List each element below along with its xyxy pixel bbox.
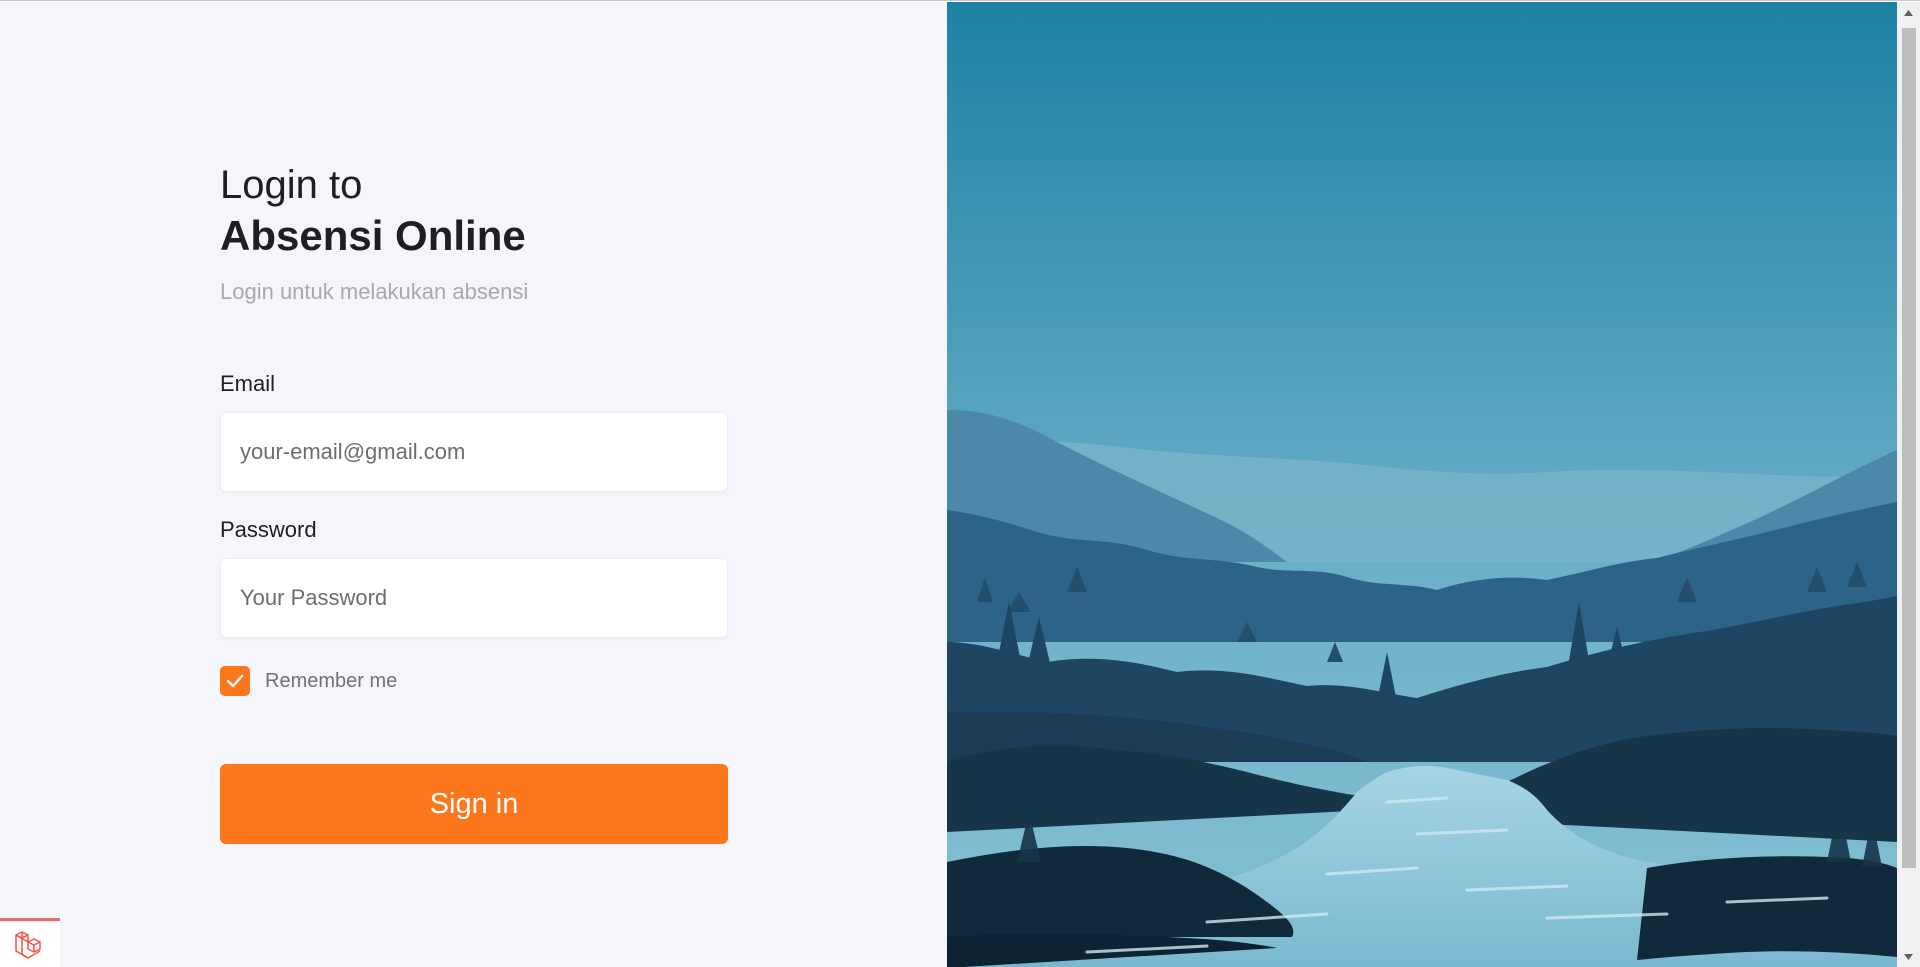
password-field-container — [220, 558, 728, 638]
login-form: Login to Absensi Online Login untuk mela… — [220, 160, 728, 844]
scroll-down-arrow-icon[interactable] — [1897, 946, 1920, 967]
laravel-logo-icon — [15, 931, 41, 959]
remember-me-row: Remember me — [220, 666, 728, 696]
login-panel: Login to Absensi Online Login untuk mela… — [0, 2, 947, 967]
email-field[interactable] — [238, 438, 727, 466]
sign-in-button[interactable]: Sign in — [220, 764, 728, 844]
page-subtitle: Login untuk melakukan absensi — [220, 279, 529, 304]
scroll-thumb[interactable] — [1902, 28, 1916, 868]
password-field[interactable] — [238, 584, 727, 612]
debug-badge[interactable] — [0, 918, 60, 967]
scroll-up-arrow-icon[interactable] — [1897, 2, 1920, 24]
checkmark-icon — [226, 674, 244, 688]
remember-me-checkbox[interactable] — [220, 666, 250, 696]
page-title-prefix: Login to — [220, 163, 363, 207]
remember-me-label[interactable]: Remember me — [265, 670, 397, 693]
email-field-container — [220, 412, 728, 492]
password-label: Password — [220, 517, 317, 542]
landscape-image — [947, 2, 1897, 967]
page-title: Absensi Online — [220, 212, 526, 259]
landscape-illustration — [947, 2, 1897, 967]
email-label: Email — [220, 371, 276, 396]
vertical-scrollbar[interactable] — [1897, 2, 1920, 967]
login-page: Login to Absensi Online Login untuk mela… — [0, 0, 1920, 967]
